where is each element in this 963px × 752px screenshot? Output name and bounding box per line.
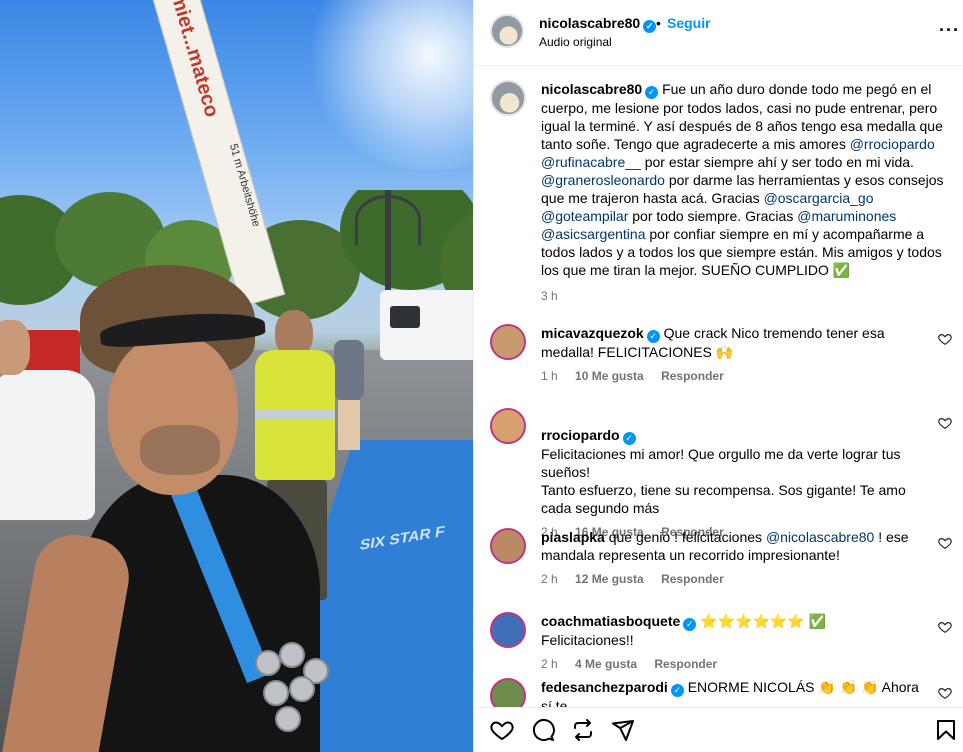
commenter-username[interactable]: rrociopardo [541,427,620,443]
medals [255,642,335,740]
send-icon[interactable] [611,718,635,742]
crane-brand-text: miet...mateco [166,0,223,120]
commenter-avatar[interactable] [490,612,526,648]
verified-badge-icon: ✓ [670,684,684,697]
comment-time: 1 h [541,369,558,383]
caption-mention[interactable]: @goteampilar [541,208,628,224]
post-actions-bar [474,707,963,752]
comment-body: que genio ! felicitaciones [608,529,766,545]
commenter-username[interactable]: fedesanchezparodi [541,679,668,695]
original-audio-link[interactable]: Audio original [539,35,612,49]
commenter-username[interactable]: piaslapka [541,529,605,545]
verified-badge-icon: ✓ [645,86,659,99]
more-horizontal-icon[interactable]: ··· [939,20,960,41]
comment-meta: 1 h 10 Me gusta Responder [541,369,950,383]
verified-badge-icon: ✓ [683,618,697,631]
heart-icon[interactable] [938,416,952,430]
caption-mention[interactable]: @rufinacabre__ [541,154,641,170]
commenter-username[interactable]: micavazquezok [541,325,644,341]
comment-meta: 2 h 4 Me gusta Responder [541,657,950,671]
author-username[interactable]: nicolascabre80 ✓ [539,15,657,33]
bookmark-icon[interactable] [934,718,958,742]
comment-item: fedesanchezparodi ✓ ENORME NICOLÁS 👏 👏 👏 … [490,678,952,707]
caption-mention[interactable]: @rrociopardo [850,136,935,152]
comment-item: micavazquezok ✓ Que crack Nico tremendo t… [490,324,952,383]
heart-icon[interactable] [938,332,952,346]
comment-text: fedesanchezparodi ✓ ENORME NICOLÁS 👏 👏 👏 … [541,678,920,707]
comment-meta: 2 h 12 Me gusta Responder [541,572,950,586]
post-photo[interactable]: SIX STAR F miet...mateco 51 m Arbeitshöh… [0,0,473,752]
sun-glare [300,0,473,170]
crane-sub-text: 51 m Arbeitshöhe [226,142,263,229]
caption-mention[interactable]: @maruminones [797,208,896,224]
comment-text: piaslapka que genio ! felicitaciones @ni… [541,528,920,564]
reply-button[interactable]: Responder [654,657,717,671]
post-panel: nicolascabre80 ✓ • Seguir Audio original … [473,0,963,752]
caption-avatar[interactable] [490,80,526,116]
comment-text: rrociopardo ✓ Felicitaciones mi amor! Que… [541,408,920,517]
comment-text: micavazquezok ✓ Que crack Nico tremendo t… [541,324,920,361]
comments-section[interactable]: nicolascabre80 ✓ Fue un año duro donde to… [474,66,963,707]
heart-icon[interactable] [938,686,952,700]
street-lamp-head [355,195,421,245]
caption-username[interactable]: nicolascabre80 [541,81,642,97]
comment-item: rrociopardo ✓ Felicitaciones mi amor! Que… [490,408,952,539]
caption-text-segment: por estar siempre ahí y ser todo en mi v… [640,154,914,170]
comment-likes[interactable]: 10 Me gusta [575,369,644,383]
caption-time: 3 h [541,289,558,303]
comment-body: Felicitaciones mi amor! Que orgullo me d… [541,446,906,516]
post-header: nicolascabre80 ✓ • Seguir Audio original … [474,0,963,66]
post-caption: nicolascabre80 ✓ Fue un año duro donde to… [490,80,950,303]
caption-text-segment: por todo siempre. Gracias [628,208,798,224]
caption-mention[interactable]: @granerosleonardo [541,172,665,188]
comment-likes[interactable]: 12 Me gusta [575,572,644,586]
comment-item: coachmatiasboquete ✓ ⭐⭐⭐⭐⭐⭐ ✅ Felicitacio… [490,612,952,671]
comment-time: 2 h [541,572,558,586]
header-separator: • [656,15,661,31]
runner-selfie [0,265,340,752]
comment-item: piaslapka que genio ! felicitaciones @ni… [490,528,952,586]
comment-likes[interactable]: 4 Me gusta [575,657,637,671]
comment-icon[interactable] [531,718,555,742]
heart-icon[interactable] [938,620,952,634]
caption-mention[interactable]: @asicsargentina [541,226,646,242]
heart-icon[interactable] [938,536,952,550]
commenter-avatar[interactable] [490,678,526,707]
commenter-username[interactable]: coachmatiasboquete [541,613,680,629]
comment-mention[interactable]: @nicolascabre80 [766,529,874,545]
comment-time: 2 h [541,657,558,671]
comment-text: coachmatiasboquete ✓ ⭐⭐⭐⭐⭐⭐ ✅ Felicitacio… [541,612,920,649]
carpet-text: SIX STAR F [358,523,446,554]
verified-badge-icon: ✓ [646,330,660,343]
author-avatar[interactable] [490,14,524,48]
reply-button[interactable]: Responder [661,572,724,586]
white-van [380,290,473,360]
verified-badge-icon: ✓ [622,432,636,445]
follow-button[interactable]: Seguir [667,15,711,31]
heart-icon[interactable] [490,718,514,742]
caption-mention[interactable]: @oscargarcia_go [764,190,874,206]
caption-text: nicolascabre80 ✓ Fue un año duro donde to… [541,80,950,279]
repost-icon[interactable] [571,718,595,742]
reply-button[interactable]: Responder [661,369,724,383]
commenter-avatar[interactable] [490,528,526,564]
verified-badge-icon: ✓ [643,20,657,33]
commenter-avatar[interactable] [490,324,526,360]
author-username-text[interactable]: nicolascabre80 [539,15,640,31]
commenter-avatar[interactable] [490,408,526,444]
